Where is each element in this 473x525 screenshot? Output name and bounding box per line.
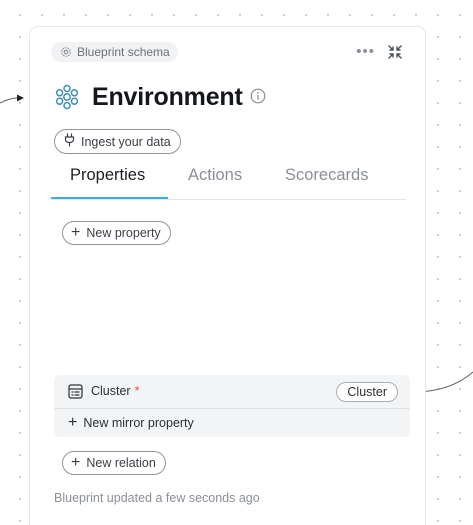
ingest-data-label: Ingest your data [81, 134, 171, 149]
update-status-text: Blueprint updated a few seconds ago [54, 491, 260, 505]
plus-icon: + [71, 224, 81, 241]
new-property-button[interactable]: + New property [62, 221, 171, 245]
tab-properties[interactable]: Properties [70, 166, 145, 185]
required-marker: * [134, 384, 140, 398]
tab-bar: Properties Actions Scorecards [51, 164, 406, 200]
blueprint-card: Blueprint schema ••• Environment Ingest … [29, 26, 426, 525]
list-icon [68, 384, 83, 404]
more-options-icon[interactable]: ••• [356, 44, 375, 59]
new-relation-button[interactable]: + New relation [62, 451, 166, 475]
relation-item: Cluster * Cluster + New mirror property [54, 375, 410, 437]
tab-actions[interactable]: Actions [188, 166, 242, 185]
plug-icon [63, 133, 76, 150]
relation-target-badge[interactable]: Cluster [336, 382, 398, 402]
gear-icon [60, 46, 72, 58]
environment-icon [54, 84, 80, 110]
page-title: Environment [92, 83, 243, 111]
active-tab-indicator [51, 197, 168, 199]
relation-header[interactable]: Cluster * Cluster [54, 375, 410, 409]
collapse-icon[interactable] [387, 44, 403, 60]
new-mirror-property-label: New mirror property [83, 416, 194, 430]
new-relation-label: New relation [86, 456, 156, 470]
blueprint-schema-chip[interactable]: Blueprint schema [51, 42, 178, 62]
plus-icon: + [71, 454, 81, 471]
card-top-actions: ••• [356, 44, 403, 60]
tab-scorecards[interactable]: Scorecards [285, 166, 368, 185]
new-property-label: New property [86, 226, 161, 240]
schema-chip-label: Blueprint schema [77, 45, 170, 59]
info-icon[interactable] [250, 88, 266, 109]
ingest-data-button[interactable]: Ingest your data [54, 129, 181, 154]
new-mirror-property-button[interactable]: + New mirror property [68, 414, 194, 431]
plus-icon: + [68, 414, 78, 431]
relation-label: Cluster * [91, 384, 139, 398]
title-row: Environment [54, 82, 266, 112]
relation-name: Cluster [91, 384, 131, 398]
